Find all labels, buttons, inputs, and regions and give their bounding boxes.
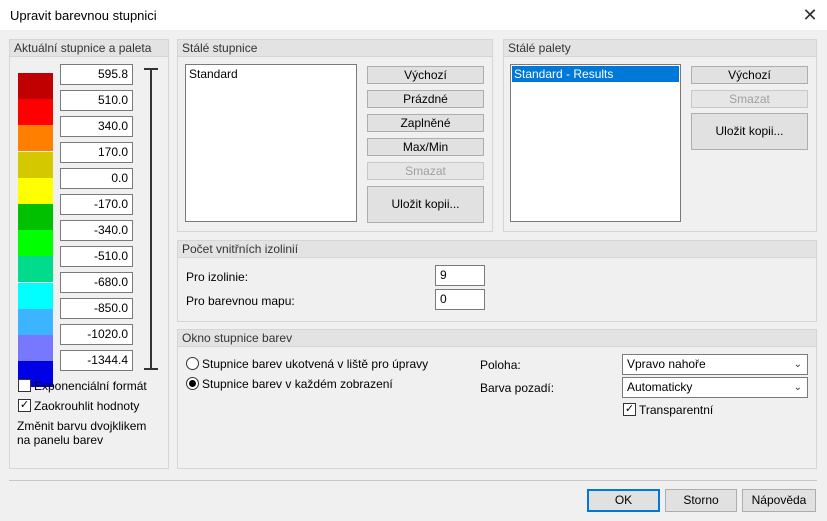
help-button[interactable]: Nápověda (742, 489, 816, 512)
scales-maxmin-button[interactable]: Max/Min (367, 138, 484, 156)
background-label: Barva pozadí: (480, 381, 555, 395)
scales-filled-button[interactable]: Zaplněné (367, 114, 484, 132)
scale-value-input[interactable]: 510.0 (60, 90, 133, 111)
isolines-header: Počet vnitřních izolinií (178, 241, 816, 258)
round-values-label: Zaokrouhlit hodnoty (34, 399, 140, 413)
position-select[interactable]: Vpravo nahoře ⌄ (622, 354, 808, 375)
permanent-palettes-header: Stálé palety (504, 40, 816, 57)
exponential-format-checkbox[interactable] (18, 379, 31, 392)
current-scale-header: Aktuální stupnice a paleta (10, 40, 168, 57)
scale-value-input[interactable]: -510.0 (60, 246, 133, 267)
permanent-scales-header: Stálé stupnice (178, 40, 492, 57)
palettes-delete-button[interactable]: Smazat (691, 90, 808, 108)
scale-value-input[interactable]: -340.0 (60, 220, 133, 241)
color-swatch[interactable] (18, 73, 53, 99)
scales-save-copy-button[interactable]: Uložit kopii... (367, 186, 484, 223)
scale-window-header: Okno stupnice barev (178, 330, 816, 347)
scale-value-input[interactable]: -1344.4 (60, 350, 133, 371)
scales-list[interactable]: Standard (185, 64, 357, 222)
color-swatch[interactable] (18, 335, 53, 361)
color-swatch[interactable] (18, 177, 53, 204)
palettes-list[interactable]: Standard - Results (510, 64, 681, 222)
colormap-count-input[interactable]: 0 (435, 289, 485, 310)
palettes-list-item-selected[interactable]: Standard - Results (512, 66, 679, 82)
isolines-count-label: Pro izolinie: (186, 270, 249, 284)
color-swatch[interactable] (18, 230, 53, 257)
scale-slider-track[interactable] (150, 68, 152, 370)
scale-value-input[interactable]: 340.0 (60, 116, 133, 137)
colormap-count-label: Pro barevnou mapu: (186, 294, 295, 308)
color-swatch[interactable] (18, 204, 53, 230)
color-change-hint: Změnit barvu dvojklikem na panelu barev (17, 419, 147, 447)
color-swatch[interactable] (18, 151, 53, 178)
scale-value-input[interactable]: -850.0 (60, 298, 133, 319)
background-select[interactable]: Automaticky ⌄ (622, 377, 808, 398)
isolines-count-input[interactable]: 9 (435, 265, 485, 286)
color-swatch[interactable] (18, 308, 53, 335)
radio-selected-dot (189, 380, 196, 387)
footer-separator (9, 480, 817, 481)
window-title: Upravit barevnou stupnici (10, 8, 157, 23)
scale-slider-bottom-handle[interactable] (144, 368, 158, 370)
scale-value-input[interactable]: 595.8 (60, 64, 133, 85)
cancel-button[interactable]: Storno (665, 489, 737, 512)
exponential-format-label: Exponenciální formát (34, 379, 147, 393)
color-swatch[interactable] (18, 125, 53, 152)
color-swatch[interactable] (18, 256, 53, 283)
scale-slider-top-handle[interactable] (144, 68, 158, 70)
position-select-value: Vpravo nahoře (627, 357, 706, 371)
background-select-value: Automaticky (627, 380, 693, 394)
ok-button[interactable]: OK (587, 489, 660, 512)
every-view-scale-label: Stupnice barev v každém zobrazení (202, 377, 393, 391)
color-swatch[interactable] (18, 282, 53, 309)
scale-value-input[interactable]: -170.0 (60, 194, 133, 215)
scales-default-button[interactable]: Výchozí (367, 66, 484, 84)
close-icon[interactable]: ✕ (797, 4, 823, 26)
anchored-scale-label: Stupnice barev ukotvená v liště pro úpra… (202, 357, 429, 371)
position-label: Poloha: (480, 358, 521, 372)
isolines-group: Počet vnitřních izolinií (177, 240, 817, 322)
palettes-save-copy-button[interactable]: Uložit kopii... (691, 113, 808, 150)
chevron-down-icon: ⌄ (793, 382, 802, 393)
scale-value-input[interactable]: -680.0 (60, 272, 133, 293)
scales-list-item[interactable]: Standard (186, 65, 356, 83)
chevron-down-icon: ⌄ (793, 359, 802, 370)
scale-value-input[interactable]: -1020.0 (60, 324, 133, 345)
every-view-scale-radio[interactable] (186, 377, 199, 390)
scales-empty-button[interactable]: Prázdné (367, 90, 484, 108)
color-swatch[interactable] (18, 99, 53, 126)
round-values-checkbox[interactable]: ✓ (18, 399, 31, 412)
transparent-checkbox[interactable]: ✓ (623, 403, 636, 416)
scale-value-input[interactable]: 170.0 (60, 142, 133, 163)
anchored-scale-radio[interactable] (186, 357, 199, 370)
scales-delete-button[interactable]: Smazat (367, 162, 484, 180)
palettes-default-button[interactable]: Výchozí (691, 66, 808, 84)
scale-window-group: Okno stupnice barev (177, 329, 817, 469)
scale-value-input[interactable]: 0.0 (60, 168, 133, 189)
transparent-label: Transparentní (639, 403, 714, 417)
